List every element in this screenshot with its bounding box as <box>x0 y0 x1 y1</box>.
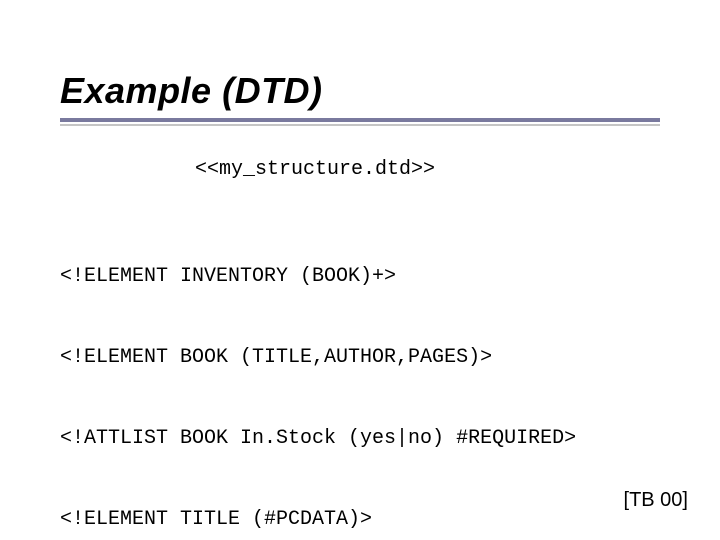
dtd-code-block: <!ELEMENT INVENTORY (BOOK)+> <!ELEMENT B… <box>60 209 660 540</box>
slide: Example (DTD) <<my_structure.dtd>> <!ELE… <box>0 0 720 540</box>
code-line: <!ELEMENT TITLE (#PCDATA)> <box>60 506 660 533</box>
title-rule-top <box>60 118 660 122</box>
title-rule-bottom <box>60 124 660 126</box>
code-line: <!ATTLIST BOOK In.Stock (yes|no) #REQUIR… <box>60 425 660 452</box>
page-title: Example (DTD) <box>60 70 660 112</box>
citation-footer: [TB 00] <box>624 489 688 512</box>
filename-label: <<my_structure.dtd>> <box>195 158 435 181</box>
title-block: Example (DTD) <box>60 70 660 126</box>
code-line: <!ELEMENT BOOK (TITLE,AUTHOR,PAGES)> <box>60 344 660 371</box>
code-line: <!ELEMENT INVENTORY (BOOK)+> <box>60 263 660 290</box>
filename-row: <<my_structure.dtd>> <box>60 158 660 181</box>
